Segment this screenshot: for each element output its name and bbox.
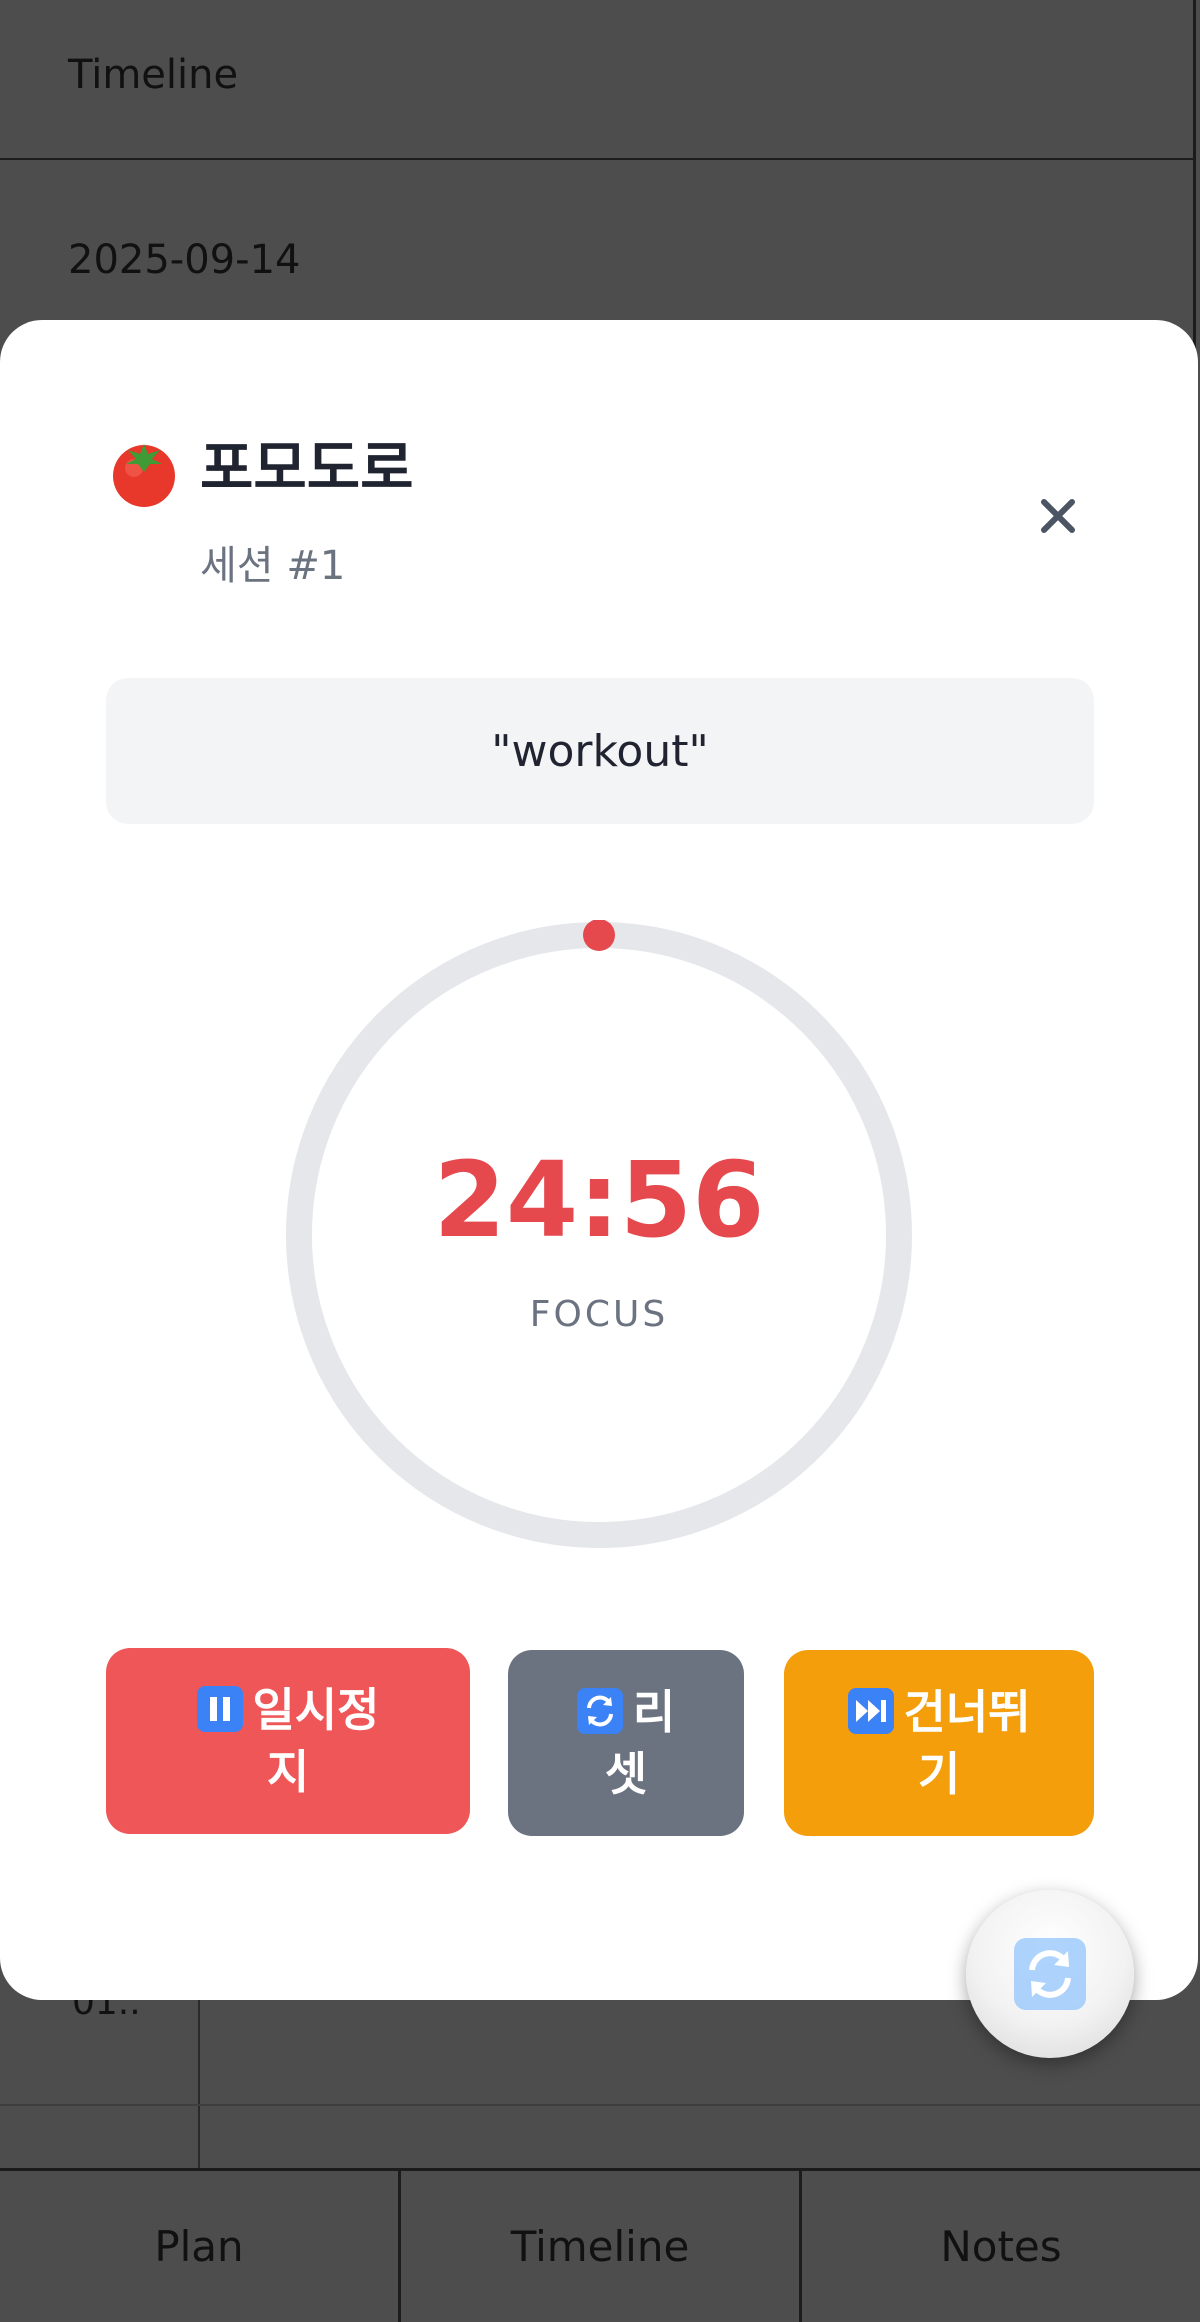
bottom-tab-bar: Plan Timeline Notes	[0, 2168, 1200, 2322]
refresh-icon	[1014, 1938, 1086, 2010]
tab-timeline[interactable]: Timeline	[401, 2171, 802, 2322]
reset-icon	[576, 1688, 623, 1734]
reset-label-line1: 리	[632, 1685, 676, 1739]
tab-plan[interactable]: Plan	[0, 2171, 401, 2322]
date-label: 2025-09-14	[68, 237, 301, 283]
modal-title: 포모도로	[200, 434, 414, 502]
skip-icon	[847, 1688, 894, 1734]
timer-mode-label: FOCUS	[529, 1294, 669, 1335]
timeline-header: Timeline	[0, 0, 1196, 160]
grid-divider	[0, 2104, 1200, 2106]
reset-label-line2: 셋	[604, 1747, 648, 1801]
skip-label-line1: 건너뛰	[903, 1685, 1031, 1739]
reset-button[interactable]: 리 셋	[508, 1650, 744, 1836]
close-button[interactable]	[1030, 488, 1086, 544]
pause-label-line1: 일시정	[252, 1683, 380, 1737]
refresh-fab[interactable]	[966, 1890, 1134, 2058]
tomato-icon	[113, 444, 175, 507]
close-icon	[1041, 499, 1075, 533]
task-name: "workout"	[106, 678, 1094, 824]
skip-button[interactable]: 건너뛰 기	[784, 1650, 1094, 1836]
pause-label-line2: 지	[266, 1745, 310, 1799]
tab-notes[interactable]: Notes	[802, 2171, 1200, 2322]
pause-button[interactable]: 일시정 지	[106, 1648, 470, 1834]
pause-icon	[196, 1686, 243, 1732]
header-title: Timeline	[68, 52, 239, 98]
timer-display: 24:56	[433, 1139, 765, 1261]
skip-label-line2: 기	[917, 1747, 961, 1801]
session-label: 세션 #1	[200, 543, 346, 589]
timer-progress-dot	[583, 920, 615, 951]
